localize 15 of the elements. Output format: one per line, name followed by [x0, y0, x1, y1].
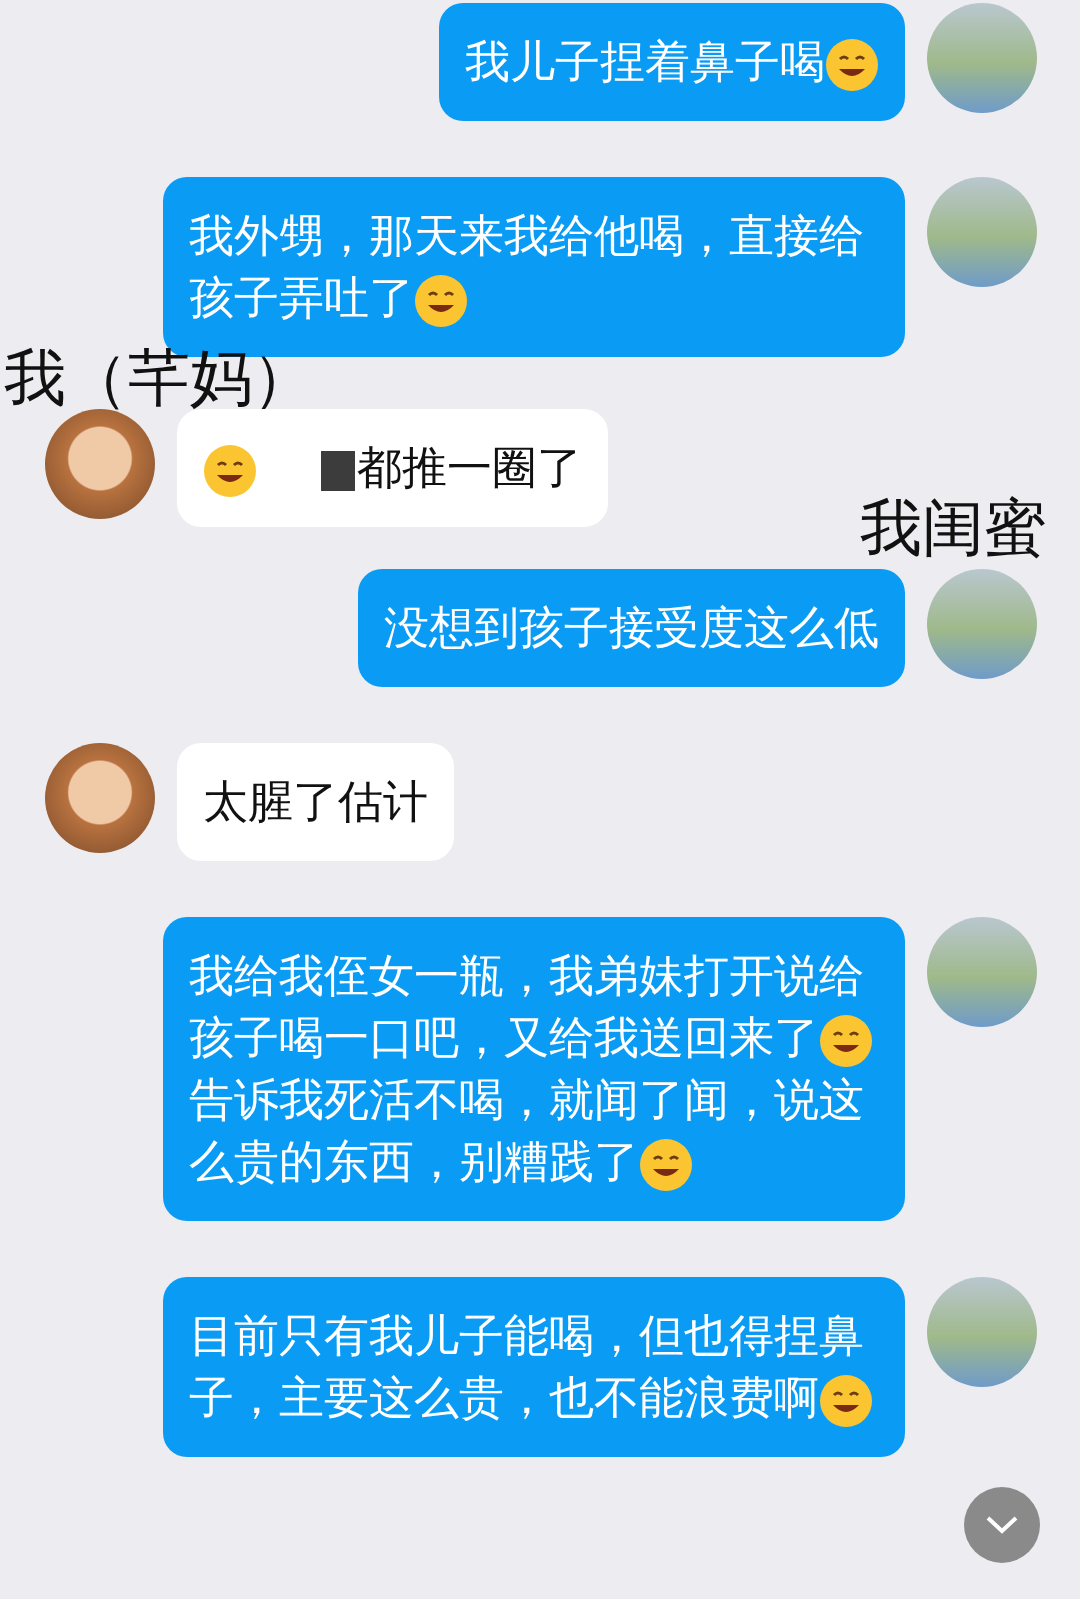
message-bubble: 我儿子捏着鼻子喝 — [439, 3, 905, 121]
message-bubble: 都推一圈了 — [177, 409, 608, 527]
annotation-label: 我闺蜜 — [859, 493, 1047, 563]
emoji-face-icon — [819, 1014, 873, 1068]
redacted-block — [321, 451, 355, 491]
emoji-face-icon — [825, 38, 879, 92]
emoji-face-icon — [203, 444, 257, 498]
message-bubble: 目前只有我儿子能喝，但也得捏鼻子，主要这么贵，也不能浪费啊 — [163, 1277, 905, 1457]
message-bubble: 没想到孩子接受度这么低 — [358, 569, 905, 687]
message-bubble: 我给我侄女一瓶，我弟妹打开说给孩子喝一口吧，又给我送回来了 告诉我死活不喝，就闻了闻，说这么贵的东西，别糟践了 — [163, 917, 905, 1221]
emoji-face-icon — [414, 274, 468, 328]
chevron-down-icon — [985, 1515, 1019, 1535]
emoji-face-icon — [639, 1138, 693, 1192]
emoji-face-icon — [819, 1374, 873, 1428]
message-bubble: 太腥了估计 — [177, 743, 454, 861]
